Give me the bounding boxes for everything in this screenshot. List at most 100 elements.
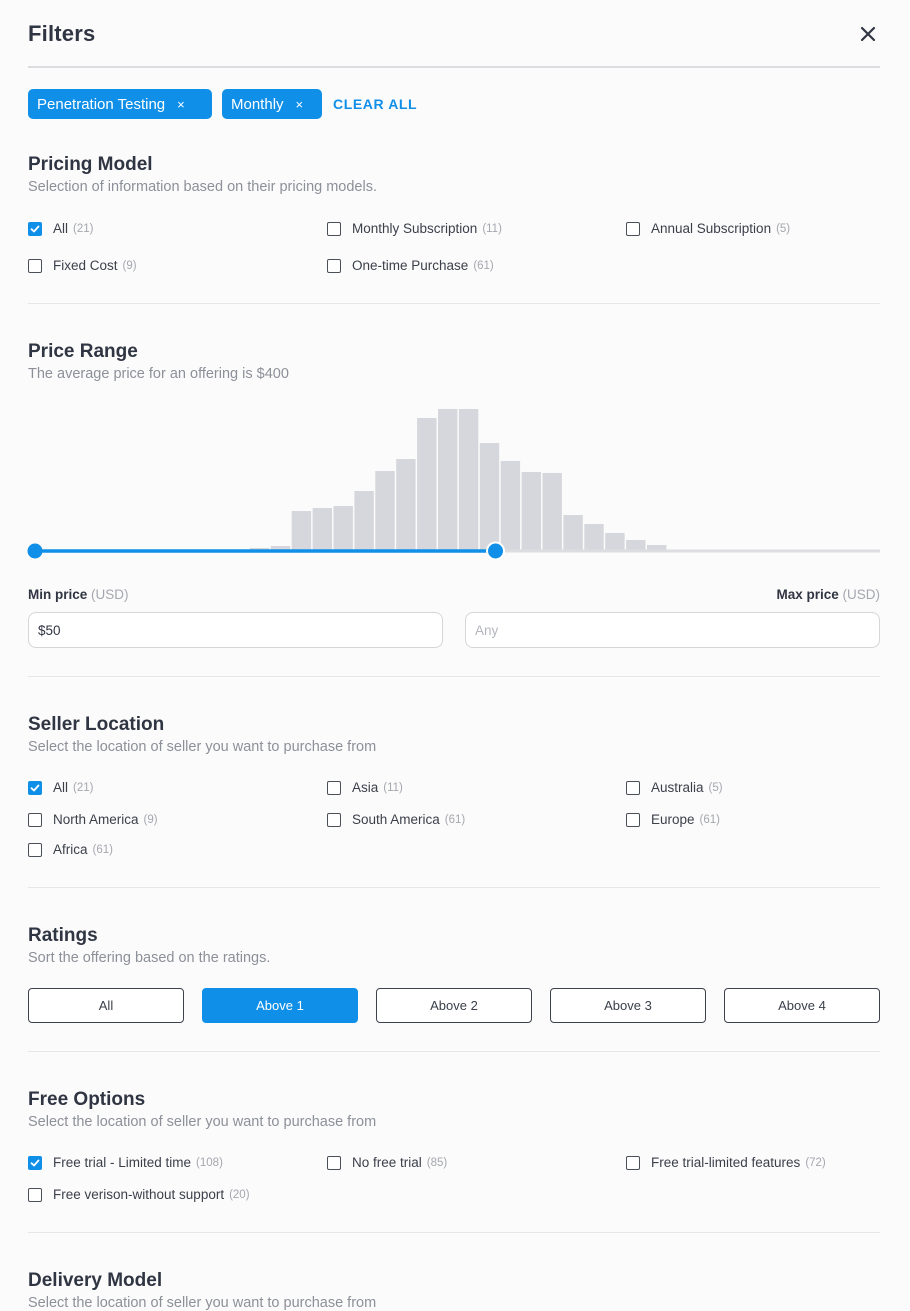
free-option-limited-time[interactable]: Free trial - Limited time (108) — [28, 1155, 223, 1170]
checkbox[interactable] — [28, 812, 42, 827]
option-label: North America — [53, 812, 139, 827]
option-count: (85) — [426, 1156, 448, 1169]
pricing-model-subtitle: Selection of information based on their … — [28, 179, 377, 195]
checkbox[interactable] — [327, 1155, 341, 1170]
option-label: Australia — [651, 780, 704, 795]
checkbox[interactable] — [28, 258, 42, 273]
rating-button-above-2[interactable]: Above 2 — [376, 988, 532, 1023]
rating-button-above-3[interactable]: Above 3 — [550, 988, 706, 1023]
option-label: Europe — [651, 812, 695, 827]
price-range-title: Price Range — [28, 341, 138, 362]
pricing-option-one-time-purchase[interactable]: One-time Purchase (61) — [327, 258, 494, 273]
max-price-input[interactable] — [465, 612, 880, 648]
free-option-limited-features[interactable]: Free trial-limited features (72) — [626, 1155, 826, 1170]
option-count: (5) — [776, 222, 791, 235]
checkbox[interactable] — [626, 1155, 640, 1170]
checkbox[interactable] — [626, 812, 640, 827]
histogram-bar — [521, 472, 541, 551]
histogram-bar — [605, 533, 625, 551]
option-count: (61) — [444, 813, 466, 826]
checkbox[interactable] — [28, 780, 42, 795]
histogram-bar — [500, 461, 521, 551]
option-label: Free verison-without support — [53, 1187, 225, 1202]
option-label: Africa — [53, 842, 88, 857]
filter-chip-penetration-testing[interactable]: Penetration Testing × — [28, 89, 212, 119]
delivery-model-title: Delivery Model — [28, 1270, 163, 1291]
checkbox[interactable] — [28, 1187, 42, 1202]
option-count: (61) — [473, 259, 494, 272]
option-count: (108) — [196, 1156, 223, 1169]
histogram-bar — [312, 508, 332, 551]
checkbox[interactable] — [626, 780, 640, 795]
option-count: (9) — [143, 813, 158, 826]
checkbox[interactable] — [28, 1155, 42, 1170]
seller-option-australia[interactable]: Australia (5) — [626, 780, 723, 795]
delivery-model-subtitle: Select the location of seller you want t… — [28, 1295, 377, 1311]
checkbox[interactable] — [626, 221, 640, 236]
seller-option-asia[interactable]: Asia (11) — [327, 780, 403, 795]
checkbox[interactable] — [28, 221, 42, 236]
histogram-bar — [479, 443, 500, 551]
pricing-option-monthly-subscription[interactable]: Monthly Subscription (11) — [327, 221, 502, 236]
option-label: Free trial - Limited time — [53, 1155, 192, 1170]
check-icon — [30, 1159, 40, 1166]
seller-option-africa[interactable]: Africa (61) — [28, 842, 113, 857]
chip-label: Penetration Testing — [37, 95, 166, 113]
chip-remove-icon[interactable]: × — [296, 98, 304, 111]
histogram-bar — [626, 540, 646, 551]
option-count: (20) — [229, 1188, 250, 1201]
option-label: Fixed Cost — [53, 258, 118, 273]
rating-button-all[interactable]: All — [28, 988, 184, 1023]
pricing-option-all[interactable]: All (21) — [28, 221, 93, 236]
pricing-option-annual-subscription[interactable]: Annual Subscription (5) — [626, 221, 790, 236]
seller-location-title: Seller Location — [28, 714, 165, 735]
section-divider — [28, 887, 880, 888]
rating-button-above-4[interactable]: Above 4 — [724, 988, 880, 1023]
checkbox[interactable] — [327, 221, 341, 236]
histogram-bar — [396, 459, 416, 551]
option-label: Annual Subscription — [651, 221, 772, 236]
check-icon — [30, 225, 40, 232]
min-price-label-text: Min price — [28, 587, 88, 602]
header-divider — [28, 66, 880, 68]
option-label: Monthly Subscription — [352, 221, 478, 236]
option-label: All — [53, 221, 69, 236]
option-count: (72) — [805, 1156, 826, 1169]
slider-min-handle[interactable] — [27, 543, 43, 559]
filter-chip-monthly[interactable]: Monthly × — [222, 89, 322, 119]
option-label: Free trial-limited features — [651, 1155, 801, 1170]
pricing-option-fixed-cost[interactable]: Fixed Cost (9) — [28, 258, 137, 273]
min-price-label: Min price (USD) — [28, 587, 129, 602]
histogram-bar — [563, 515, 583, 551]
option-count: (61) — [699, 813, 720, 826]
page-title: Filters — [28, 21, 96, 46]
seller-option-south-america[interactable]: South America (61) — [327, 812, 465, 827]
rating-button-above-1[interactable]: Above 1 — [202, 988, 358, 1023]
free-options-subtitle: Select the location of seller you want t… — [28, 1114, 377, 1130]
seller-option-europe[interactable]: Europe (61) — [626, 812, 720, 827]
section-divider — [28, 303, 880, 304]
option-count: (61) — [92, 843, 113, 856]
close-button[interactable] — [856, 22, 880, 46]
seller-option-all[interactable]: All (21) — [28, 780, 93, 795]
free-option-no-free-trial[interactable]: No free trial (85) — [327, 1155, 447, 1170]
seller-option-north-america[interactable]: North America (9) — [28, 812, 158, 827]
min-price-input[interactable] — [28, 612, 443, 648]
free-option-without-support[interactable]: Free verison-without support (20) — [28, 1187, 250, 1202]
slider-max-handle[interactable] — [486, 541, 506, 561]
option-count: (5) — [708, 781, 723, 794]
clear-all-button[interactable]: CLEAR ALL — [333, 96, 417, 112]
close-icon — [860, 26, 876, 42]
histogram-bar — [375, 471, 395, 551]
histogram-bar — [458, 409, 479, 551]
section-divider — [28, 676, 880, 677]
min-price-unit: (USD) — [91, 587, 129, 602]
checkbox[interactable] — [327, 780, 341, 795]
section-divider — [28, 1232, 880, 1233]
max-price-label: Max price (USD) — [776, 587, 880, 602]
checkbox[interactable] — [327, 812, 341, 827]
chip-remove-icon[interactable]: × — [177, 98, 185, 111]
checkbox[interactable] — [28, 842, 42, 857]
option-label: Asia — [352, 780, 379, 795]
checkbox[interactable] — [327, 258, 341, 273]
